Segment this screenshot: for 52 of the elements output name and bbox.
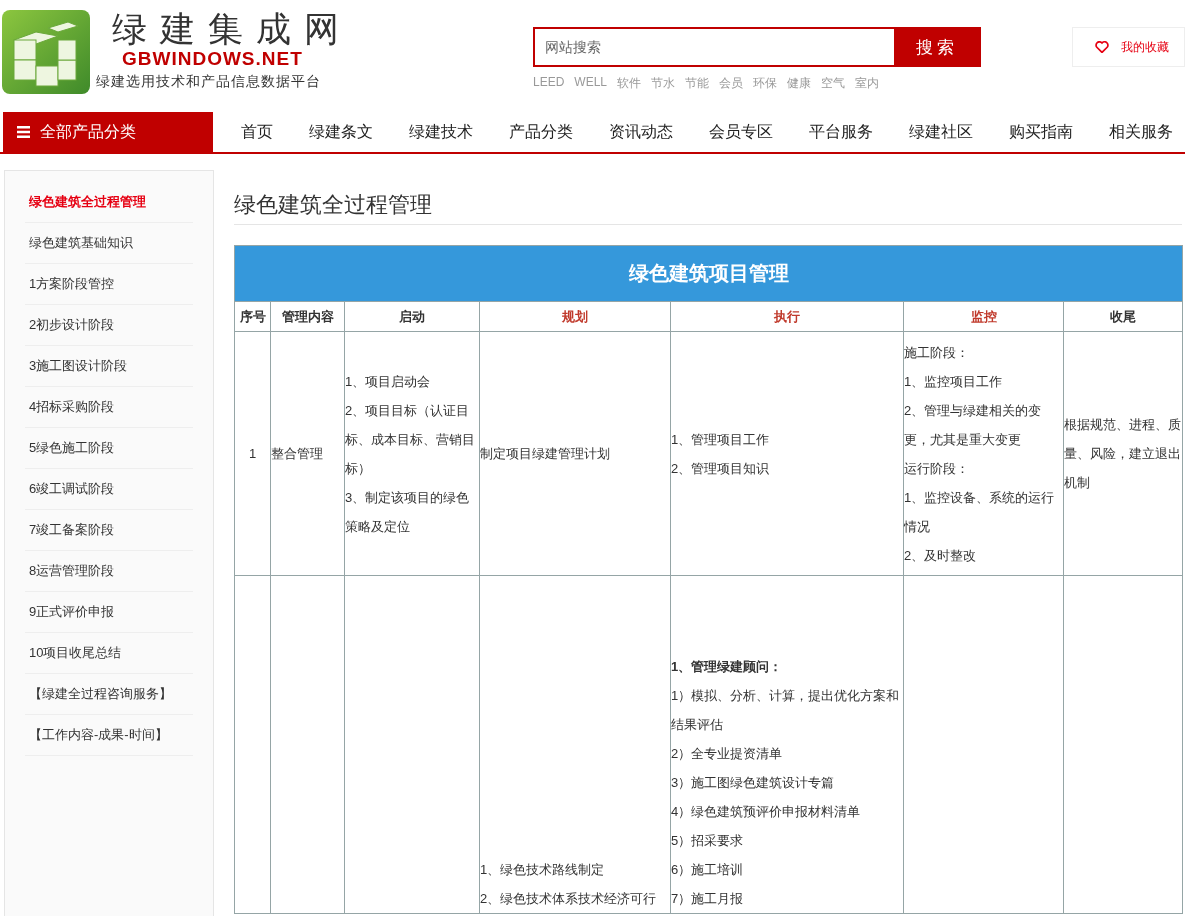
nav-link[interactable]: 产品分类	[509, 121, 573, 143]
table-cell: 根据规范、进程、质量、风险，建立退出机制	[1063, 331, 1183, 576]
table-cell: 1、管理绿建顾问： 1）模拟、分析、计算，提出优化方案和结果评估 2）全专业提资清单 3）施工图绿色建筑设计专篇 4）绿色建筑预评价申报材料清单 5）招采要求 6）施工培训 7）施工月报	[670, 575, 904, 914]
sidebar-item[interactable]: 9正式评价申报	[25, 592, 193, 633]
nav-link[interactable]: 购买指南	[1009, 121, 1073, 143]
nav-link[interactable]: 绿建技术	[409, 121, 473, 143]
site-name: 绿建集成网	[112, 10, 352, 48]
sidebar-item[interactable]: 绿色建筑全过程管理	[25, 182, 193, 223]
nav-link[interactable]: 资讯动态	[609, 121, 673, 143]
sidebar-item[interactable]: 3施工图设计阶段	[25, 346, 193, 387]
search-field[interactable]: 网站搜索 搜索	[533, 27, 981, 67]
table-cell: 施工阶段： 1、监控项目工作 2、管理与绿建相关的变更，尤其是重大变更 运行阶段： 1、监控设备、系统的运行情况 2、及时整改	[903, 331, 1064, 576]
table-title: 绿色建筑项目管理	[234, 245, 1183, 302]
sidebar-item[interactable]: 6竣工调试阶段	[25, 469, 193, 510]
table-cell: 整合管理	[270, 331, 345, 576]
column-header: 执行	[670, 301, 904, 332]
cube-logo-icon	[2, 10, 90, 94]
column-header: 收尾	[1063, 301, 1183, 332]
sidebar-item[interactable]: 5绿色施工阶段	[25, 428, 193, 469]
table-cell: 1、管理项目工作 2、管理项目知识	[670, 331, 904, 576]
nav-link[interactable]: 绿建条文	[309, 121, 373, 143]
sidebar-item[interactable]: 绿色建筑基础知识	[25, 223, 193, 264]
sidebar-item[interactable]: 1方案阶段管控	[25, 264, 193, 305]
sidebar-item[interactable]: 【工作内容-成果-时间】	[25, 715, 193, 756]
page-title: 绿色建筑全过程管理	[234, 190, 1182, 225]
site-domain: GBWINDOWS.NET	[122, 48, 303, 70]
table-cell: 制定项目绿建管理计划	[479, 331, 671, 576]
table-cell: 1	[234, 331, 271, 576]
sidebar-item[interactable]: 8运营管理阶段	[25, 551, 193, 592]
table-cell: 1、绿色技术路线制定 2、绿色技术体系技术经济可行	[479, 575, 671, 914]
table-cell: 1、项目启动会 2、项目目标（认证目标、成本目标、营销目标） 3、制定该项目的绿色策略及定位	[344, 331, 480, 576]
search-button[interactable]: 搜索	[894, 29, 979, 65]
column-header: 规划	[479, 301, 671, 332]
sidebar-item[interactable]: 【绿建全过程咨询服务】	[25, 674, 193, 715]
nav-link[interactable]: 平台服务	[809, 121, 873, 143]
sidebar-item[interactable]: 10项目收尾总结	[25, 633, 193, 674]
sidebar-item[interactable]: 7竣工备案阶段	[25, 510, 193, 551]
nav-link[interactable]: 会员专区	[709, 121, 773, 143]
column-header: 监控	[903, 301, 1064, 332]
sidebar-item[interactable]: 4招标采购阶段	[25, 387, 193, 428]
column-header: 启动	[344, 301, 480, 332]
favorites-link[interactable]: 我的收藏	[1072, 27, 1185, 67]
heart-icon	[1095, 41, 1109, 53]
nav-link[interactable]: 绿建社区	[909, 121, 973, 143]
site-tagline: 绿建选用技术和产品信息数据平台	[96, 73, 321, 91]
sidebar-item[interactable]: 2初步设计阶段	[25, 305, 193, 346]
column-header: 序号	[234, 301, 271, 332]
menu-icon	[17, 126, 30, 138]
nav-link[interactable]: 首页	[241, 121, 273, 143]
nav-link[interactable]: 相关服务	[1109, 121, 1173, 143]
column-header: 管理内容	[270, 301, 345, 332]
category-menu-button[interactable]: 全部产品分类	[3, 112, 213, 152]
